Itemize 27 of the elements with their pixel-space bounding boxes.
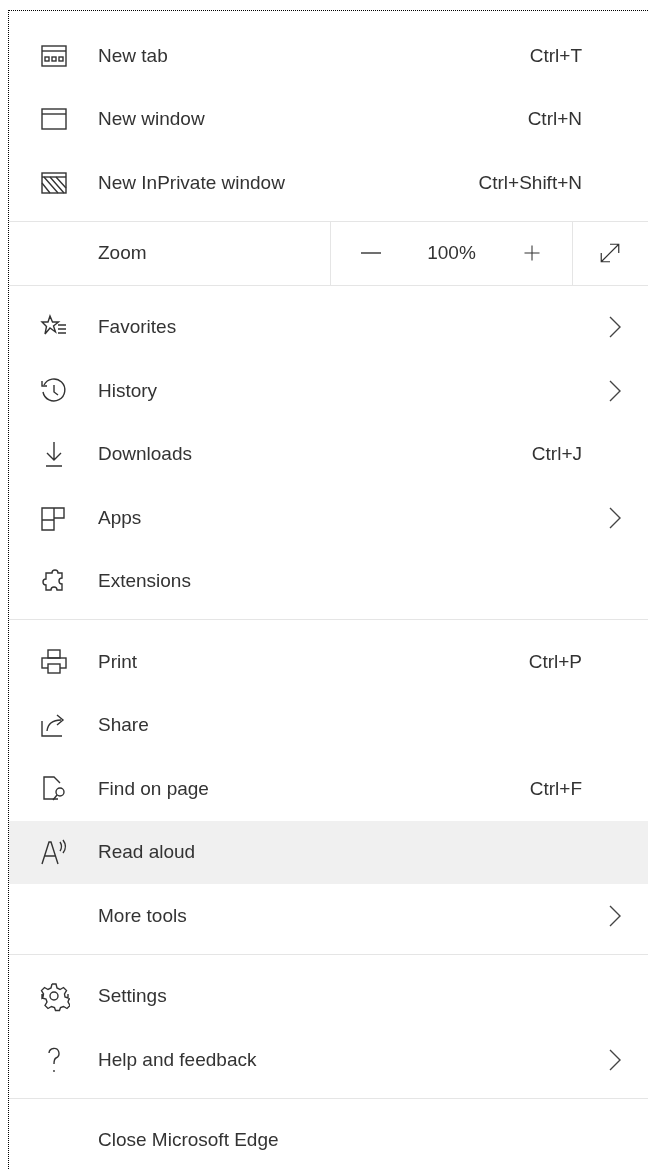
menu-item-label: Help and feedback bbox=[98, 1047, 257, 1072]
shortcut-label: Ctrl+N bbox=[527, 107, 582, 131]
menu-item-label: Favorites bbox=[98, 315, 177, 339]
zoom-level: 100% bbox=[426, 240, 477, 265]
menu-item[interactable]: Read aloud bbox=[9, 820, 648, 884]
shortcut-label: Ctrl+T bbox=[529, 43, 582, 68]
shortcut-label: Ctrl+Shift+N bbox=[478, 170, 582, 195]
menu-item-label: New tab bbox=[98, 43, 168, 68]
menu-item-label: Apps bbox=[98, 505, 142, 530]
shortcut-label: Ctrl+F bbox=[529, 776, 582, 801]
shortcut-label: Ctrl+P bbox=[528, 649, 582, 674]
shortcut-label: Ctrl+J bbox=[531, 442, 582, 466]
menu-item-label: New window bbox=[98, 107, 205, 131]
menu-item-label: Share bbox=[98, 713, 149, 737]
menu-item-label: Close Microsoft Edge bbox=[98, 1128, 279, 1152]
menu-item-label: Extensions bbox=[98, 569, 191, 593]
menu-item-label: History bbox=[98, 378, 158, 403]
zoom-label: Zoom bbox=[97, 240, 148, 265]
menu-item-label: New InPrivate window bbox=[98, 170, 285, 195]
menu-item-label: Downloads bbox=[98, 442, 192, 466]
menu-item-label: Print bbox=[98, 649, 138, 674]
minus-icon bbox=[361, 252, 382, 254]
menu-item-label: Find on page bbox=[98, 776, 209, 801]
menu-item-label: Settings bbox=[98, 984, 167, 1008]
menu-item-label: More tools bbox=[98, 903, 187, 928]
settings-icon bbox=[38, 980, 70, 1013]
menu-item-label: Read aloud bbox=[98, 840, 196, 864]
